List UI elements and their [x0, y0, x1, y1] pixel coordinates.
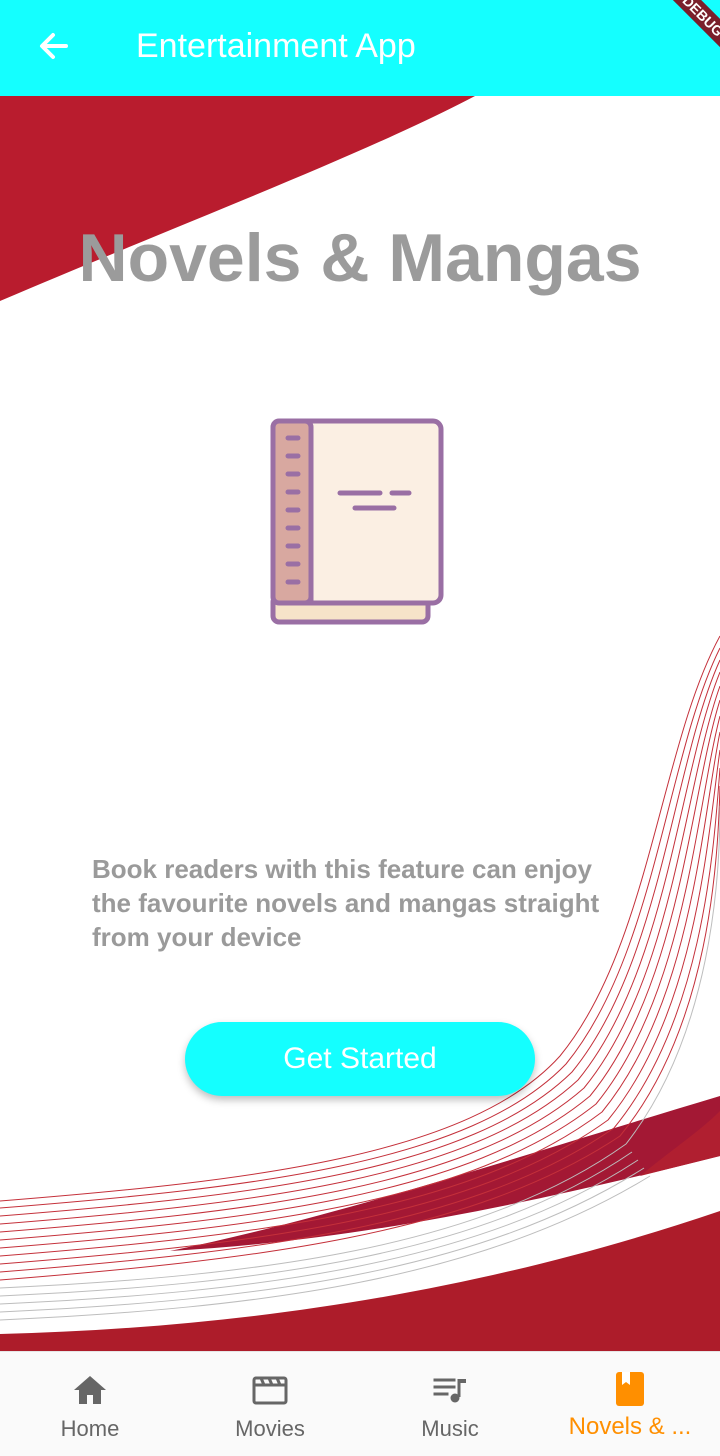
- book-icon: [268, 416, 446, 630]
- queue-music-icon: [430, 1370, 470, 1410]
- nav-label-music: Music: [421, 1416, 479, 1441]
- page-headline: Novels & Mangas: [78, 220, 642, 296]
- get-started-button[interactable]: Get Started: [185, 1022, 535, 1096]
- nav-item-music[interactable]: Music: [360, 1352, 540, 1456]
- nav-item-novels[interactable]: Novels & ...: [540, 1352, 720, 1456]
- feature-description: Book readers with this feature can enjoy…: [92, 854, 600, 952]
- app-bar: Entertainment App DEBUG: [0, 0, 720, 96]
- movie-clapper-icon: [250, 1370, 290, 1410]
- app-title: Entertainment App: [136, 27, 416, 65]
- bottom-navigation-bar: Home Movies Music Novels & ...: [0, 1351, 720, 1456]
- nav-label-novels: Novels & ...: [568, 1413, 692, 1440]
- nav-label-home: Home: [60, 1416, 120, 1441]
- arrow-back-icon[interactable]: [34, 26, 74, 66]
- onboarding-page: Novels & Mangas Book readers with this f…: [0, 96, 720, 1351]
- book-bookmark-icon: [610, 1370, 650, 1410]
- debug-banner: DEBUG: [649, 0, 720, 70]
- home-icon: [70, 1370, 110, 1410]
- nav-item-movies[interactable]: Movies: [180, 1352, 360, 1456]
- nav-item-home[interactable]: Home: [0, 1352, 180, 1456]
- nav-label-movies: Movies: [235, 1416, 305, 1441]
